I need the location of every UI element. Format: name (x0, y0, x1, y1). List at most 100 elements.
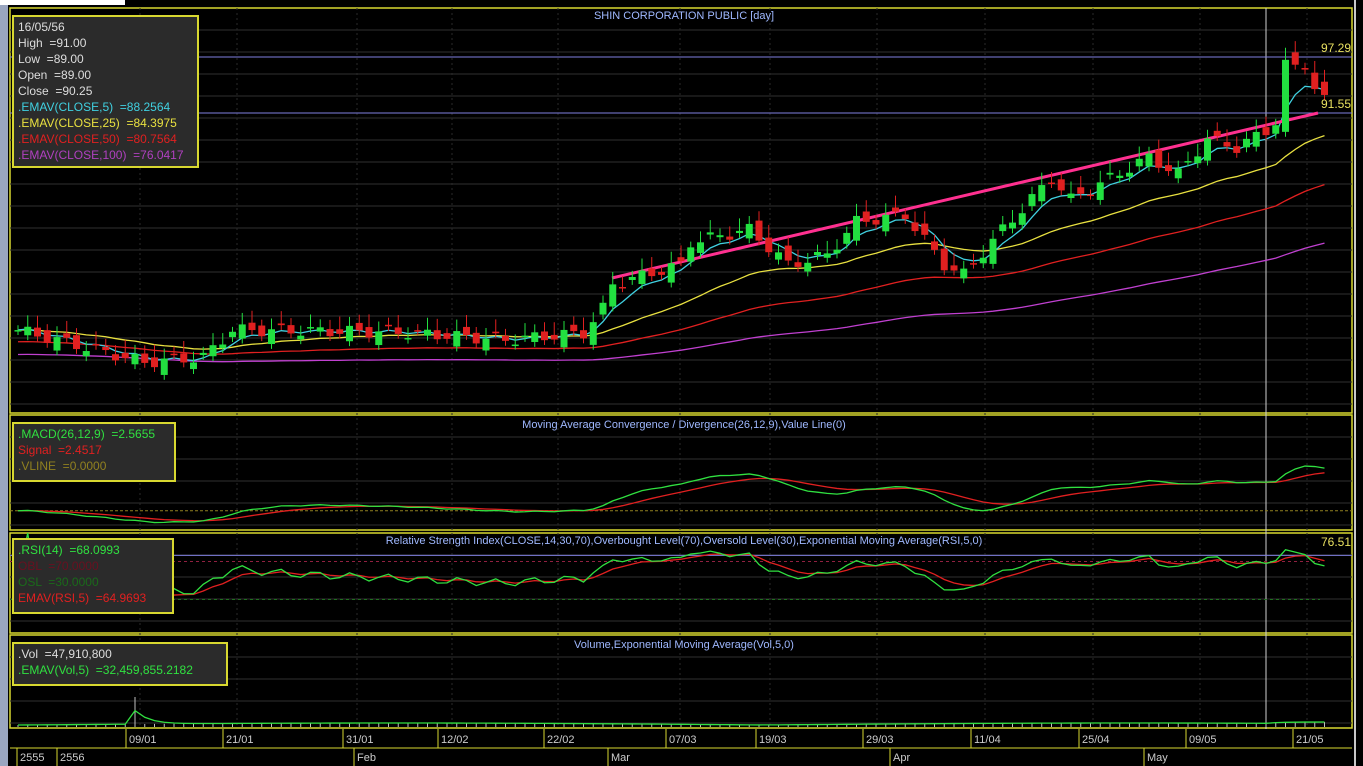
candle (277, 323, 285, 326)
candle (1223, 142, 1231, 147)
date-label: 19/03 (759, 734, 787, 746)
candle (638, 270, 646, 285)
candle (882, 214, 890, 232)
candle (1311, 72, 1319, 90)
candle (433, 330, 441, 340)
candle (687, 247, 695, 262)
candle (570, 324, 578, 332)
date-label: 21/05 (1296, 734, 1324, 746)
legend-signal: Signal =2.4517 (18, 443, 102, 457)
candle (775, 252, 782, 260)
candle (1077, 187, 1085, 194)
legend-vline: .VLINE =0.0000 (18, 459, 107, 473)
candle (560, 329, 568, 348)
candle (1038, 185, 1046, 202)
legend-high: High =91.00 (18, 36, 87, 50)
candle (199, 352, 207, 355)
price-label-lower: 91.55 (1321, 97, 1352, 111)
candle (1243, 138, 1250, 148)
candle (1135, 158, 1143, 167)
candle (102, 347, 110, 351)
candle (472, 332, 480, 344)
candle (1233, 146, 1241, 153)
candle (1126, 172, 1133, 177)
candle (482, 338, 490, 351)
legend-obl: OBL =70.0000 (18, 559, 99, 573)
candle (892, 207, 899, 212)
price-legend: 16/05/56 High =91.00 Low =89.00 Open =89.00… (12, 15, 199, 168)
date-label: 09/05 (1189, 734, 1217, 746)
candle (950, 265, 958, 271)
left-border (0, 0, 8, 766)
candle (999, 224, 1007, 232)
candle (424, 329, 431, 336)
rsi-legend: .RSI(14) =68.0993 OBL =70.0000 OSL =30.000… (12, 538, 174, 614)
candle (697, 242, 704, 253)
candle (219, 344, 227, 349)
candle (911, 222, 919, 232)
candle (843, 232, 851, 244)
date-label: 12/02 (441, 734, 469, 746)
date-label: 29/03 (866, 734, 894, 746)
legend-rsi-ema: EMAV(RSI,5) =64.9693 (18, 591, 147, 605)
candle (394, 327, 402, 334)
candle (1252, 131, 1260, 147)
candle (970, 263, 977, 265)
candle (745, 223, 753, 239)
candle (1291, 52, 1299, 65)
legend-open: Open =89.00 (18, 68, 92, 82)
period-label: Apr (893, 752, 911, 764)
candle (755, 220, 763, 241)
candle (238, 324, 246, 339)
candle (1057, 179, 1065, 191)
candle (989, 238, 997, 264)
candle (1018, 213, 1026, 225)
top-strip (0, 0, 125, 5)
candle (209, 345, 217, 357)
candle (872, 220, 880, 225)
candle (385, 324, 392, 327)
candle (112, 354, 119, 361)
candle (765, 237, 773, 253)
candle (365, 327, 373, 338)
candle (1145, 153, 1153, 167)
candle (502, 335, 509, 341)
candle (531, 332, 539, 342)
panel-frame (9, 414, 1353, 531)
candle (131, 353, 139, 365)
period-label: Mar (611, 752, 630, 764)
candle (1262, 127, 1270, 136)
candle (53, 337, 61, 351)
candle (619, 287, 626, 289)
candle (1282, 59, 1289, 132)
legend-ema100: .EMAV(CLOSE,100) =76.0417 (18, 148, 184, 162)
date-label: 07/03 (669, 734, 697, 746)
candle (658, 271, 665, 275)
candle (375, 331, 383, 346)
candle (814, 252, 821, 256)
candle (667, 263, 675, 283)
candle (931, 241, 938, 250)
chart-title: SHIN CORPORATION PUBLIC [day] (593, 10, 775, 22)
candle (151, 357, 158, 368)
candle (921, 223, 929, 235)
candle (326, 329, 334, 337)
candle (73, 335, 80, 350)
price-label-upper: 97.29 (1321, 41, 1352, 55)
date-label: 31/01 (346, 734, 374, 746)
date-label: 22/02 (547, 734, 575, 746)
candle (1272, 125, 1280, 134)
candle (453, 331, 461, 347)
candle (940, 248, 948, 271)
period-label: May (1147, 752, 1168, 764)
candle (1087, 194, 1094, 197)
candle (550, 334, 558, 340)
macd-title: Moving Average Convergence / Divergence(… (522, 419, 846, 431)
period-label: Feb (357, 752, 376, 764)
legend-ema50: .EMAV(CLOSE,50) =80.7564 (18, 132, 177, 146)
candle (346, 325, 353, 342)
legend-osl: OSL =30.0000 (18, 575, 99, 589)
candle (190, 362, 197, 370)
candle (823, 253, 831, 258)
candle (511, 344, 519, 347)
